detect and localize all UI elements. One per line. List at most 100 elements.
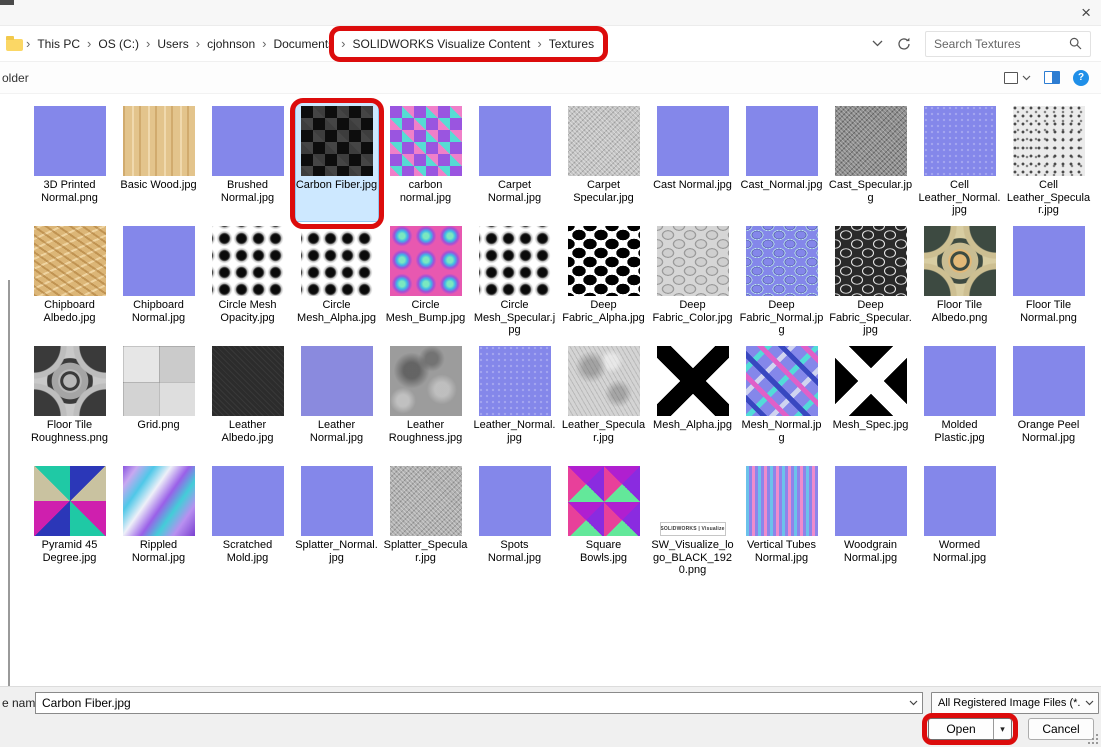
file-item-body[interactable]: Cell Leather_Normal.jpg: [918, 102, 1002, 222]
file-item[interactable]: Leather Normal.jpg: [292, 342, 381, 462]
file-item[interactable]: Leather_Specular.jpg: [559, 342, 648, 462]
breadcrumb-item[interactable]: Users: [153, 34, 192, 54]
file-item-body[interactable]: Leather Roughness.jpg: [384, 342, 468, 462]
file-item[interactable]: Floor Tile Normal.png: [1004, 222, 1093, 342]
file-item[interactable]: Spots Normal.jpg: [470, 462, 559, 582]
file-item[interactable]: Scratched Mold.jpg: [203, 462, 292, 582]
open-button[interactable]: Open ▾: [928, 718, 1012, 740]
file-item[interactable]: Mesh_Alpha.jpg: [648, 342, 737, 462]
breadcrumb-item[interactable]: Textures: [545, 34, 598, 54]
file-item[interactable]: Cast Normal.jpg: [648, 102, 737, 222]
file-item-body[interactable]: Brushed Normal.jpg: [206, 102, 290, 222]
file-item[interactable]: Splatter_Normal.jpg: [292, 462, 381, 582]
file-item-body[interactable]: carbon normal.jpg: [384, 102, 468, 222]
file-item[interactable]: Chipboard Normal.jpg: [114, 222, 203, 342]
file-item[interactable]: Circle Mesh_Specular.jpg: [470, 222, 559, 342]
file-item-body[interactable]: Circle Mesh Opacity.jpg: [206, 222, 290, 342]
file-item-body[interactable]: Leather Albedo.jpg: [206, 342, 290, 462]
file-item[interactable]: Leather_Normal.jpg: [470, 342, 559, 462]
file-item-body[interactable]: Wormed Normal.jpg: [918, 462, 1002, 582]
file-item-body[interactable]: Basic Wood.jpg: [117, 102, 201, 222]
file-item-body[interactable]: Chipboard Albedo.jpg: [28, 222, 112, 342]
breadcrumb-item[interactable]: This PC: [33, 34, 84, 54]
file-item-body[interactable]: Molded Plastic.jpg: [918, 342, 1002, 462]
view-mode-button[interactable]: [1004, 72, 1031, 84]
file-item-body[interactable]: Woodgrain Normal.jpg: [829, 462, 913, 582]
file-item-body[interactable]: Splatter_Specular.jpg: [384, 462, 468, 582]
file-item[interactable]: Square Bowls.jpg: [559, 462, 648, 582]
file-item[interactable]: Cast_Specular.jpg: [826, 102, 915, 222]
file-item[interactable]: Deep Fabric_Alpha.jpg: [559, 222, 648, 342]
resize-grip[interactable]: [1088, 734, 1098, 744]
file-item[interactable]: Wormed Normal.jpg: [915, 462, 1004, 582]
file-item-body[interactable]: Leather Normal.jpg: [295, 342, 379, 462]
file-item-body[interactable]: Floor Tile Normal.png: [1007, 222, 1091, 342]
file-item-body[interactable]: Cast_Specular.jpg: [829, 102, 913, 222]
file-item-body[interactable]: Cast_Normal.jpg: [740, 102, 824, 222]
file-item[interactable]: SOLIDWORKS | VisualizeSW_Visualize_logo_…: [648, 462, 737, 582]
file-item[interactable]: carbon normal.jpg: [381, 102, 470, 222]
preview-pane-icon[interactable]: [1044, 71, 1060, 84]
file-item-body[interactable]: Splatter_Normal.jpg: [295, 462, 379, 582]
file-item[interactable]: Cell Leather_Specular.jpg: [1004, 102, 1093, 222]
file-item-body[interactable]: Chipboard Normal.jpg: [117, 222, 201, 342]
file-item[interactable]: Mesh_Normal.jpg: [737, 342, 826, 462]
refresh-icon[interactable]: [897, 37, 911, 51]
file-item[interactable]: 3D Printed Normal.png: [25, 102, 114, 222]
file-item[interactable]: Carpet Normal.jpg: [470, 102, 559, 222]
breadcrumb-item[interactable]: OS (C:): [94, 34, 143, 54]
file-item[interactable]: Deep Fabric_Color.jpg: [648, 222, 737, 342]
file-item[interactable]: Rippled Normal.jpg: [114, 462, 203, 582]
file-item-body[interactable]: Pyramid 45 Degree.jpg: [28, 462, 112, 582]
file-item-body[interactable]: Deep Fabric_Normal.jpg: [740, 222, 824, 342]
file-item[interactable]: Circle Mesh_Alpha.jpg: [292, 222, 381, 342]
file-item-body[interactable]: Grid.png: [117, 342, 201, 462]
file-item-body[interactable]: Mesh_Alpha.jpg: [651, 342, 735, 462]
file-item[interactable]: Cast_Normal.jpg: [737, 102, 826, 222]
search-input[interactable]: [934, 37, 1069, 51]
breadcrumb-item[interactable]: SOLIDWORKS Visualize Content: [349, 34, 535, 54]
file-type-select[interactable]: All Registered Image Files (*.*): [931, 692, 1099, 714]
cancel-button[interactable]: Cancel: [1028, 718, 1094, 740]
open-dropdown-icon[interactable]: ▾: [993, 719, 1011, 739]
file-item-body[interactable]: Carpet Normal.jpg: [473, 102, 557, 222]
file-item[interactable]: Circle Mesh Opacity.jpg: [203, 222, 292, 342]
help-icon[interactable]: ?: [1073, 70, 1089, 86]
file-item-body[interactable]: Deep Fabric_Alpha.jpg: [562, 222, 646, 342]
file-item-body[interactable]: Orange Peel Normal.jpg: [1007, 342, 1091, 462]
file-item-body[interactable]: Cell Leather_Specular.jpg: [1007, 102, 1091, 222]
file-item[interactable]: Pyramid 45 Degree.jpg: [25, 462, 114, 582]
file-item-body[interactable]: Vertical Tubes Normal.jpg: [740, 462, 824, 582]
search-icon[interactable]: [1069, 37, 1082, 50]
file-item[interactable]: Floor Tile Albedo.png: [915, 222, 1004, 342]
chevron-down-icon[interactable]: [909, 700, 918, 706]
file-item-body[interactable]: Circle Mesh_Alpha.jpg: [295, 222, 379, 342]
scrollbar[interactable]: [8, 280, 10, 732]
file-item-selected[interactable]: Carbon Fiber.jpg: [295, 102, 379, 222]
file-item-body[interactable]: Circle Mesh_Bump.jpg: [384, 222, 468, 342]
file-item[interactable]: Grid.png: [114, 342, 203, 462]
file-item[interactable]: Splatter_Specular.jpg: [381, 462, 470, 582]
file-item[interactable]: Circle Mesh_Bump.jpg: [381, 222, 470, 342]
file-item-body[interactable]: Floor Tile Roughness.png: [28, 342, 112, 462]
file-item-body[interactable]: Deep Fabric_Specular.jpg: [829, 222, 913, 342]
file-item[interactable]: Carpet Specular.jpg: [559, 102, 648, 222]
file-item[interactable]: Leather Albedo.jpg: [203, 342, 292, 462]
file-item-body[interactable]: Floor Tile Albedo.png: [918, 222, 1002, 342]
file-item[interactable]: Chipboard Albedo.jpg: [25, 222, 114, 342]
file-item[interactable]: Deep Fabric_Specular.jpg: [826, 222, 915, 342]
file-item[interactable]: Woodgrain Normal.jpg: [826, 462, 915, 582]
file-name-input[interactable]: [36, 696, 904, 710]
file-item[interactable]: Brushed Normal.jpg: [203, 102, 292, 222]
file-item-body[interactable]: SOLIDWORKS | VisualizeSW_Visualize_logo_…: [651, 462, 735, 582]
file-item[interactable]: Carbon Fiber.jpg: [292, 102, 381, 222]
file-item[interactable]: Mesh_Spec.jpg: [826, 342, 915, 462]
file-item-body[interactable]: Carpet Specular.jpg: [562, 102, 646, 222]
file-item-body[interactable]: Mesh_Normal.jpg: [740, 342, 824, 462]
file-item-body[interactable]: Leather_Normal.jpg: [473, 342, 557, 462]
chevron-down-icon[interactable]: [872, 40, 883, 47]
file-item[interactable]: Leather Roughness.jpg: [381, 342, 470, 462]
file-item-body[interactable]: Mesh_Spec.jpg: [829, 342, 913, 462]
file-item-body[interactable]: Deep Fabric_Color.jpg: [651, 222, 735, 342]
file-item[interactable]: Vertical Tubes Normal.jpg: [737, 462, 826, 582]
